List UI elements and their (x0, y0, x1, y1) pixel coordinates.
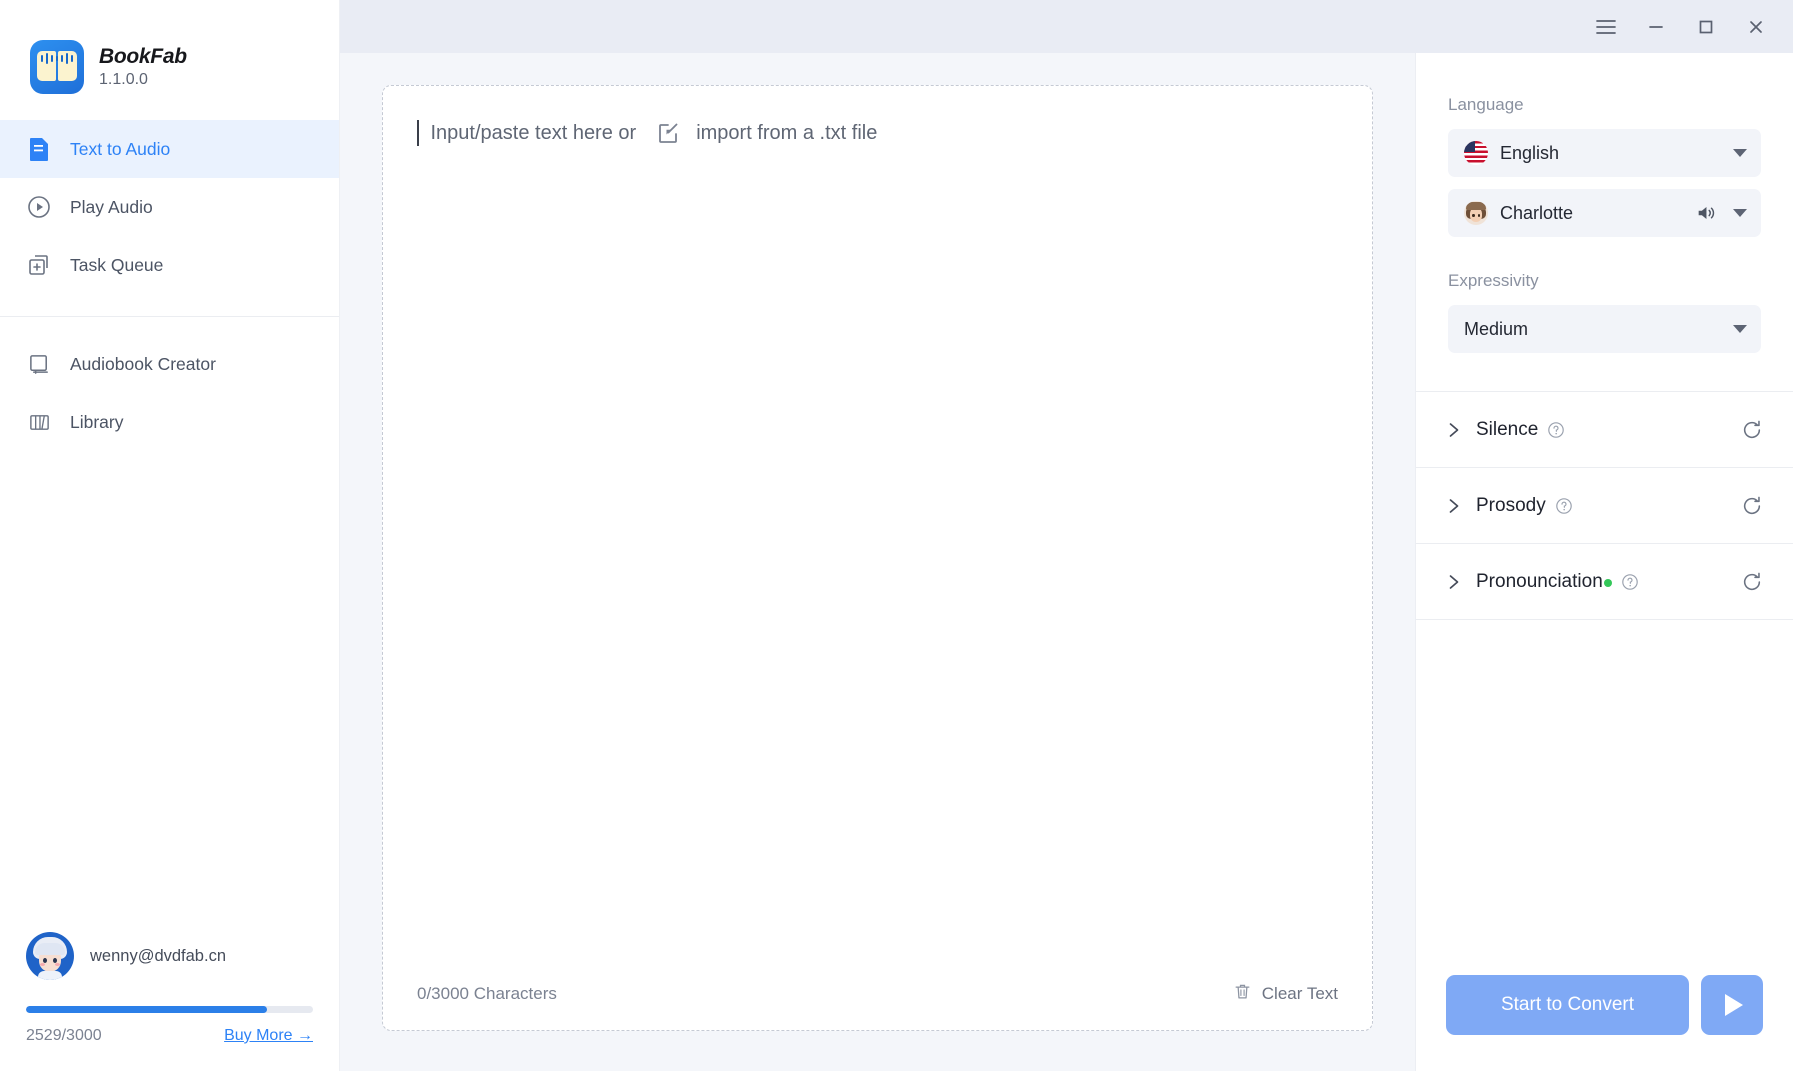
character-count: 0/3000 Characters (417, 984, 557, 1003)
sidebar-item-label: Play Audio (70, 196, 153, 217)
expressivity-select[interactable]: Medium (1448, 305, 1761, 353)
play-icon (1725, 994, 1743, 1016)
language-value: English (1500, 142, 1560, 163)
accordion-silence[interactable]: Silence (1416, 392, 1793, 468)
sidebar-nav: Text to Audio Play Audio Task Queue Audi… (0, 108, 339, 451)
window-titlebar (340, 0, 1793, 53)
refresh-icon[interactable] (1741, 419, 1763, 441)
panel-actions: Start to Convert (1416, 975, 1793, 1071)
hamburger-menu-icon[interactable] (1583, 7, 1629, 47)
quota-text: 2529/3000 (26, 1027, 102, 1044)
close-icon[interactable] (1733, 7, 1779, 47)
sidebar-divider (0, 316, 339, 317)
stacked-plus-icon (26, 252, 52, 278)
sidebar-item-label: Text to Audio (70, 138, 171, 159)
voice-avatar-icon (1464, 201, 1488, 225)
sidebar-item-label: Task Queue (70, 254, 164, 275)
buy-more-link[interactable]: Buy More → (224, 1027, 313, 1045)
chevron-right-icon (1446, 421, 1462, 439)
text-editor-card[interactable]: Input/paste text here or import from a .… (382, 85, 1373, 1031)
import-label[interactable]: import from a .txt file (696, 122, 877, 145)
speaker-icon[interactable] (1695, 202, 1717, 224)
accordion-pronounciation[interactable]: Pronounciation (1416, 544, 1793, 620)
sidebar-item-library[interactable]: Library (0, 393, 339, 451)
bookshelf-icon (26, 409, 52, 435)
app-name: BookFab (99, 45, 187, 68)
minimize-icon[interactable] (1633, 7, 1679, 47)
accordion-label: Silence (1476, 418, 1539, 440)
brand: BookFab 1.1.0.0 (0, 0, 339, 108)
settings-top: Language English Charlotte Expressivity … (1416, 53, 1793, 365)
sidebar-item-text-to-audio[interactable]: Text to Audio (0, 120, 339, 178)
user-block: wenny@dvdfab.cn 2529/3000 Buy More → (0, 932, 339, 1071)
editor-footer: 0/3000 Characters Clear Text (383, 958, 1372, 1030)
main-area: Input/paste text here or import from a .… (340, 0, 1793, 1071)
language-select[interactable]: English (1448, 129, 1761, 177)
start-to-convert-button[interactable]: Start to Convert (1446, 975, 1689, 1035)
editor-placeholder: Input/paste text here or import from a .… (417, 120, 1338, 146)
app-logo-icon (30, 40, 84, 94)
trash-icon (1233, 982, 1252, 1006)
chevron-right-icon (1446, 573, 1462, 591)
body-area: Input/paste text here or import from a .… (340, 53, 1793, 1071)
settings-panel: Language English Charlotte Expressivity … (1415, 53, 1793, 1071)
quota-progress-bar (26, 1006, 313, 1013)
text-caret (417, 120, 419, 146)
status-badge (1603, 578, 1612, 587)
help-circle-icon[interactable] (1621, 573, 1639, 591)
voice-value: Charlotte (1500, 202, 1574, 223)
accordion-label: Pronounciation (1476, 570, 1603, 592)
import-file-icon[interactable] (656, 121, 680, 145)
placeholder-prefix: Input/paste text here or (430, 121, 637, 144)
voice-select[interactable]: Charlotte (1448, 189, 1761, 237)
us-flag-icon (1464, 141, 1488, 165)
expressivity-label: Expressivity (1448, 271, 1539, 290)
chevron-down-icon (1733, 209, 1747, 217)
text-input-area[interactable]: Input/paste text here or import from a .… (383, 86, 1372, 958)
sidebar-item-label: Library (70, 411, 124, 432)
document-text-icon (26, 136, 52, 162)
refresh-icon[interactable] (1741, 571, 1763, 593)
chevron-down-icon (1733, 149, 1747, 157)
app-version: 1.1.0.0 (99, 71, 148, 88)
book-icon (26, 351, 52, 377)
clear-text-label: Clear Text (1261, 984, 1338, 1003)
maximize-icon[interactable] (1683, 7, 1729, 47)
user-email: wenny@dvdfab.cn (90, 946, 226, 965)
sidebar-item-label: Audiobook Creator (70, 353, 216, 374)
sidebar-item-task-queue[interactable]: Task Queue (0, 236, 339, 294)
accordion-label: Prosody (1476, 494, 1546, 516)
help-circle-icon[interactable] (1555, 497, 1573, 515)
panel-spacer (1416, 620, 1793, 975)
avatar (26, 932, 74, 980)
accordion-prosody[interactable]: Prosody (1416, 468, 1793, 544)
clear-text-button[interactable]: Clear Text (1233, 982, 1338, 1006)
user-row[interactable]: wenny@dvdfab.cn (26, 932, 313, 980)
sidebar: BookFab 1.1.0.0 Text to Audio Play Audio… (0, 0, 340, 1071)
chevron-down-icon (1733, 325, 1747, 333)
play-preview-button[interactable] (1701, 975, 1763, 1035)
help-circle-icon[interactable] (1547, 421, 1565, 439)
play-circle-icon (26, 194, 52, 220)
app-window: BookFab 1.1.0.0 Text to Audio Play Audio… (0, 0, 1793, 1071)
expressivity-value: Medium (1464, 318, 1529, 339)
sidebar-item-audiobook-creator[interactable]: Audiobook Creator (0, 335, 339, 393)
editor-wrap: Input/paste text here or import from a .… (340, 53, 1415, 1071)
chevron-right-icon (1446, 497, 1462, 515)
sidebar-item-play-audio[interactable]: Play Audio (0, 178, 339, 236)
quota-row: 2529/3000 Buy More → (26, 1027, 313, 1045)
language-label: Language (1448, 95, 1524, 114)
refresh-icon[interactable] (1741, 495, 1763, 517)
